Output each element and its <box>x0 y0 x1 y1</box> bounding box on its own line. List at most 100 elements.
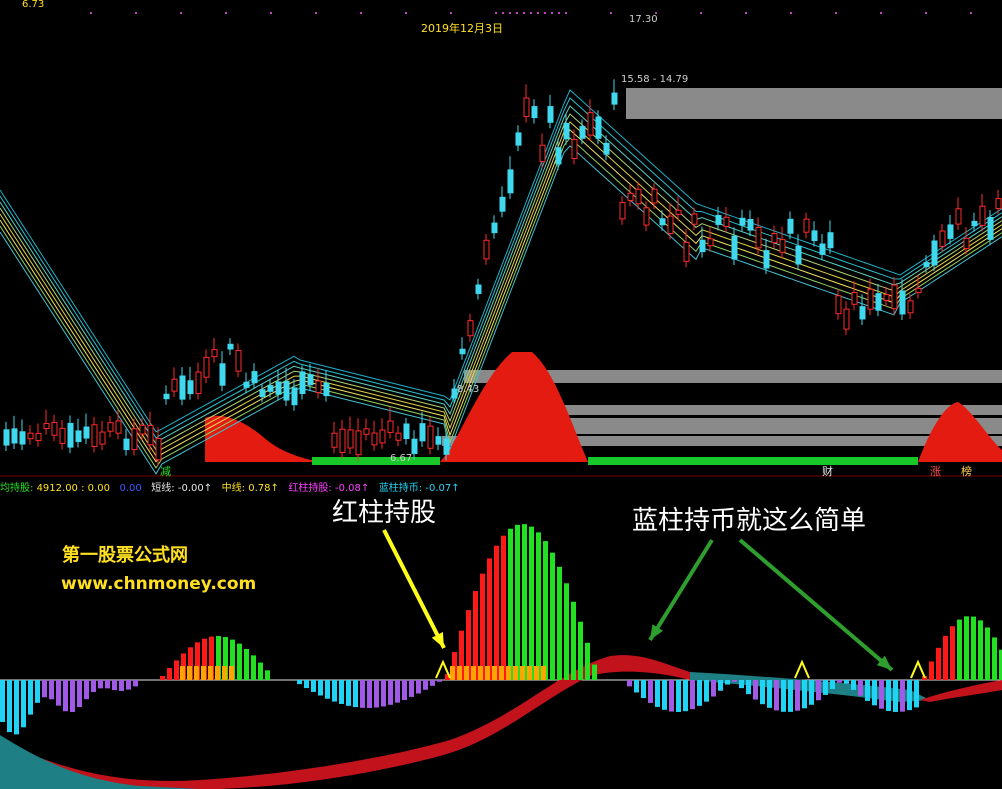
candle-body <box>539 144 546 163</box>
hist-bar <box>816 680 821 701</box>
hist-bar <box>339 680 344 704</box>
candle-body <box>371 432 378 446</box>
legend-prefix: 均持股: <box>0 483 34 494</box>
hist-bar <box>900 680 905 712</box>
hist-bar <box>63 680 68 712</box>
hist-bar <box>837 680 842 683</box>
candle-body <box>771 233 778 244</box>
candle-body <box>387 420 394 433</box>
legend-mid-label: 中线: <box>221 483 246 494</box>
candle-body <box>107 422 114 432</box>
hist-bar <box>14 680 19 735</box>
hist-bar <box>985 627 990 680</box>
candle-body <box>163 393 170 400</box>
hist-bar <box>830 680 835 690</box>
hist-bar <box>781 680 786 712</box>
hist-bar <box>360 680 365 708</box>
candle-body <box>523 97 530 118</box>
range-price-label: 15.58 - 14.79 <box>621 74 689 85</box>
candle-body <box>187 380 194 395</box>
hist-bar <box>978 620 983 680</box>
hist-bar <box>416 680 421 694</box>
hist-bar <box>353 680 358 708</box>
candle-body <box>803 218 810 233</box>
hist-bar-orange <box>187 666 192 680</box>
hist-bar <box>929 661 934 680</box>
top-marker <box>135 12 137 14</box>
candle-body <box>11 428 18 444</box>
hist-bar <box>641 680 646 699</box>
hist-bar <box>992 637 997 680</box>
hist-bar <box>957 619 962 680</box>
candle-body <box>659 218 666 226</box>
hist-bar-orange <box>229 666 234 680</box>
hist-bar <box>578 621 583 680</box>
top-marker <box>405 12 407 14</box>
hist-bar-orange <box>506 666 511 680</box>
candle-body <box>795 245 802 265</box>
hist-bar <box>557 566 562 680</box>
hist-bar <box>711 680 716 697</box>
candle-body <box>667 215 674 235</box>
hist-bar-orange <box>180 666 185 680</box>
candle-body <box>227 343 234 350</box>
candle-body <box>867 288 874 310</box>
candle-body <box>619 202 626 220</box>
candle-body <box>315 380 322 394</box>
annotation-red-hold: 红柱持股 <box>332 498 437 528</box>
candle-body <box>603 142 610 155</box>
candle-body <box>507 169 514 194</box>
hist-bar-orange <box>201 666 206 680</box>
candle-body <box>403 423 410 440</box>
candle-body <box>579 126 586 139</box>
chart-stage <box>0 0 1002 789</box>
hist-bar <box>585 642 590 680</box>
hist-bar <box>522 524 527 680</box>
hist-bar <box>244 648 249 680</box>
hist-bar <box>950 626 955 680</box>
hist-bar-orange <box>215 666 220 680</box>
date-label: 2019年12月3日 <box>421 22 503 35</box>
signal-label-2: 财 <box>822 465 833 478</box>
candle-body <box>123 438 130 451</box>
hist-bar <box>718 680 723 691</box>
candle-body <box>891 284 898 310</box>
hist-bar <box>788 680 793 712</box>
hist-bar <box>690 680 695 710</box>
hist-bar <box>304 680 309 689</box>
top-marker <box>516 12 518 14</box>
hist-bar <box>374 680 379 708</box>
top-marker <box>565 12 567 14</box>
top-marker <box>880 12 882 14</box>
hist-bar <box>697 680 702 706</box>
top-marker <box>523 12 525 14</box>
hist-bar <box>494 545 499 680</box>
candle-body <box>35 432 42 442</box>
hist-bar <box>265 670 270 680</box>
hist-bar-orange <box>485 666 490 680</box>
hist-bar <box>802 680 807 709</box>
hist-bar <box>648 680 653 703</box>
hist-bar <box>529 526 534 680</box>
candle-body <box>171 378 178 392</box>
candle-body <box>691 213 698 225</box>
top-marker <box>558 12 560 14</box>
candle-body <box>363 428 370 435</box>
top-marker <box>495 12 497 14</box>
legend-short-label: 短线: <box>151 483 175 494</box>
candle-body <box>147 424 154 446</box>
hist-bar <box>851 680 856 690</box>
candle-body <box>811 230 818 242</box>
hist-bar <box>844 680 849 684</box>
hist-bar <box>669 680 674 712</box>
candle-body <box>467 320 474 337</box>
candle-body <box>915 287 922 294</box>
hist-bar <box>84 680 89 700</box>
hist-bar <box>809 680 814 705</box>
hist-bar <box>872 680 877 706</box>
candle-body <box>251 371 258 384</box>
candle-body <box>235 350 242 372</box>
candle-body <box>51 421 58 436</box>
annotation-blue-hold: 蓝柱持币就这么简单 <box>632 506 867 536</box>
hist-bar-orange <box>492 666 497 680</box>
